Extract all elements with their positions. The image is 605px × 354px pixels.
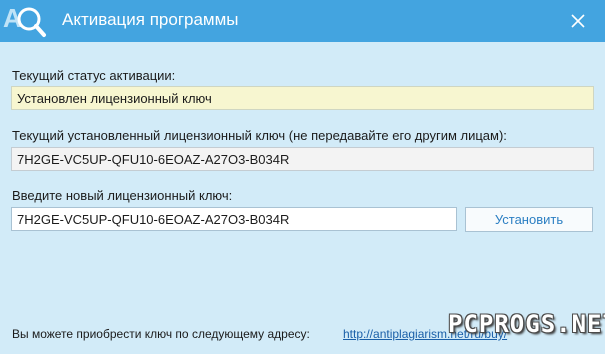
new-key-label: Введите новый лицензионный ключ:: [12, 188, 233, 203]
status-value: Установлен лицензионный ключ: [11, 86, 594, 110]
close-icon[interactable]: [562, 6, 594, 36]
watermark-logo: PCPROGS.NET: [448, 310, 605, 338]
current-key-label: Текущий установленный лицензионный ключ …: [12, 128, 507, 143]
window-title: Активация программы: [62, 10, 239, 29]
title-bar: A Активация программы: [0, 0, 605, 42]
magnifier-a-icon: A: [3, 3, 46, 37]
install-button[interactable]: Установить: [465, 207, 593, 232]
footer-text: Вы можете приобрести ключ по следующему …: [12, 327, 310, 341]
current-key-field[interactable]: 7H2GE-VC5UP-QFU10-6EOAZ-A27O3-B034R: [11, 147, 594, 171]
status-label: Текущий статус активации:: [12, 68, 176, 83]
new-key-input[interactable]: [11, 207, 457, 231]
